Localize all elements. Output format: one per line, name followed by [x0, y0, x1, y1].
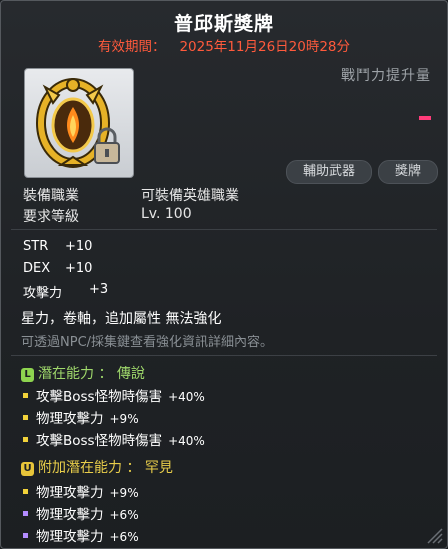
stat-value: +10: [65, 239, 93, 254]
tag-secondary-weapon: 輔助武器: [286, 160, 372, 184]
bullet-icon: [23, 511, 28, 516]
req-level-label: 要求等級: [23, 209, 79, 225]
potential-header: L 潛在能力 ： 傳說: [21, 363, 145, 383]
req-job-label: 裝備職業: [23, 188, 79, 204]
bonus-text: 物理攻擊力: [36, 485, 104, 501]
potential-line: 攻擊Boss怪物時傷害 +40%: [21, 429, 205, 449]
bullet-icon: [23, 533, 28, 538]
bonus-value: +6%: [109, 530, 139, 544]
enhance-notice: 星力，卷軸，追加屬性 無法強化: [21, 311, 222, 327]
expiry-label: 有效期間：: [97, 39, 166, 55]
potential-text: 攻擊Boss怪物時傷害: [36, 433, 163, 449]
expiry-line: 有效期間： 2025年11月26日20時28分: [1, 35, 447, 55]
stat-value: +10: [65, 261, 93, 276]
resize-grip-icon[interactable]: [423, 524, 443, 544]
combat-power-indicator: [419, 116, 431, 120]
potential-value: +40%: [168, 390, 205, 404]
medal-icon: [24, 68, 134, 178]
req-job-value: 可裝備英雄職業: [141, 188, 239, 204]
stat-name: DEX: [23, 261, 51, 276]
rare-grade-icon: U: [21, 462, 34, 476]
tag-medal: 獎牌: [378, 160, 438, 184]
divider: [11, 355, 437, 356]
stat-value: +3: [89, 282, 109, 297]
bonus-potential-line: 物理攻擊力 +6%: [21, 503, 139, 523]
expiry-value: 2025年11月26日20時28分: [179, 39, 351, 55]
bonus-potential-line: 物理攻擊力 +9%: [21, 481, 139, 501]
stat-name: STR: [23, 239, 49, 254]
bonus-potential-header: U 附加潛在能力 ： 罕見: [21, 457, 173, 477]
item-name: 普邱斯獎牌: [173, 13, 274, 35]
divider: [11, 229, 437, 230]
potential-value: +9%: [109, 412, 139, 426]
req-level-row: 要求等級 Lv. 100: [23, 206, 192, 226]
bonus-text: 物理攻擊力: [36, 507, 104, 523]
bullet-icon: [23, 489, 28, 494]
bonus-value: +9%: [109, 486, 139, 500]
bonus-potential-title: 附加潛在能力 ： 罕見: [38, 460, 173, 476]
bonus-value: +6%: [109, 508, 139, 522]
potential-line: 物理攻擊力 +9%: [21, 407, 139, 427]
potential-value: +40%: [168, 434, 205, 448]
potential-text: 物理攻擊力: [36, 411, 104, 427]
item-tooltip: 普邱斯獎牌 有效期間： 2025年11月26日20時28分 戰鬥力提升量 輔助武…: [0, 0, 448, 549]
bullet-icon: [23, 437, 28, 442]
medal-icon-graphic: [36, 78, 120, 168]
bonus-text: 物理攻擊力: [36, 529, 104, 545]
req-job-row: 裝備職業 可裝備英雄職業: [23, 185, 239, 205]
stat-str: STR +10: [23, 239, 92, 254]
bonus-potential-line: 物理攻擊力 +6%: [21, 525, 139, 545]
combat-power-label: 戰鬥力提升量: [341, 68, 431, 84]
stat-attack: 攻擊力 +3: [23, 282, 108, 301]
potential-line: 攻擊Boss怪物時傷害 +40%: [21, 385, 205, 405]
req-level-value: Lv. 100: [141, 206, 192, 222]
enhance-help-text: 可透過NPC/採集鍵查看強化資訊詳細內容。: [21, 335, 274, 350]
stat-name: 攻擊力: [23, 286, 63, 301]
bullet-icon: [23, 415, 28, 420]
stat-dex: DEX +10: [23, 261, 92, 276]
bullet-icon: [23, 393, 28, 398]
potential-text: 攻擊Boss怪物時傷害: [36, 389, 163, 405]
potential-title: 潛在能力 ： 傳說: [38, 366, 145, 382]
legendary-grade-icon: L: [21, 368, 34, 382]
